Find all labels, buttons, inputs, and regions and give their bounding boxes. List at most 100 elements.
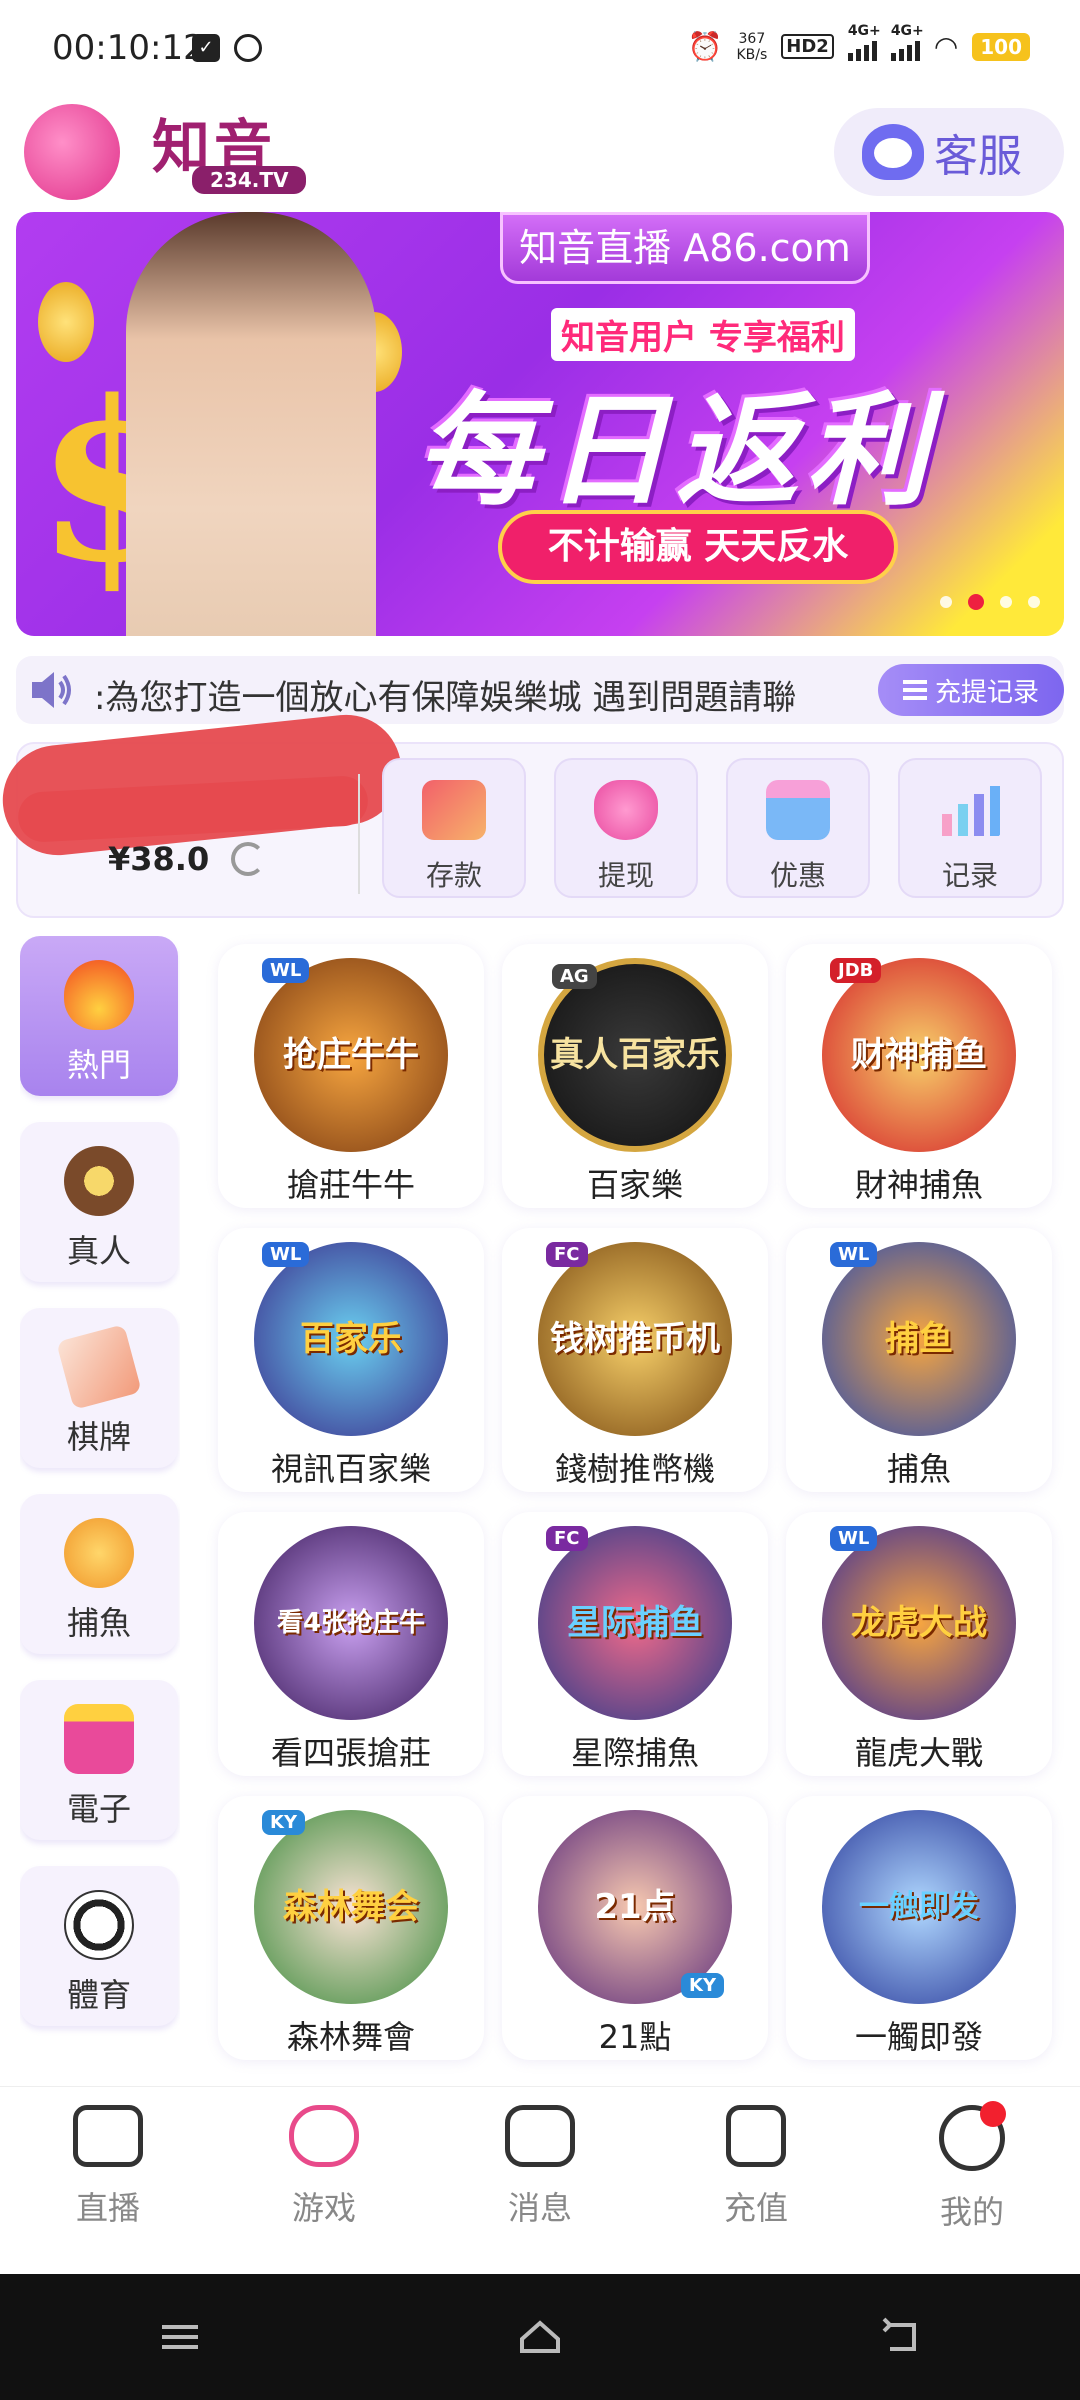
- game-icon: WL 抢庄牛牛: [254, 958, 448, 1152]
- banner-dot[interactable]: [940, 596, 952, 608]
- banner-site-label: 知音直播 A86.com: [500, 212, 870, 284]
- game-tile[interactable]: FC 钱树推币机 錢樹推幣機: [502, 1228, 768, 1492]
- category-cards[interactable]: 棋牌: [20, 1308, 178, 1468]
- network-label-2: 4G+: [890, 22, 924, 39]
- slot-machine-icon: [64, 1704, 134, 1774]
- game-tile[interactable]: JDB 财神捕鱼 財神捕魚: [786, 944, 1052, 1208]
- game-label: 龍虎大戰: [854, 1734, 983, 1772]
- customer-service-button[interactable]: 客服: [834, 108, 1064, 196]
- alarm-icon: ⏰: [687, 30, 723, 63]
- game-art-text: 捕鱼: [885, 1319, 953, 1359]
- app-logo[interactable]: 知音 234.TV: [24, 100, 354, 200]
- game-tile[interactable]: KY 森林舞会 森林舞會: [218, 1796, 484, 2060]
- nav-label: 充值: [723, 2189, 788, 2227]
- refresh-icon[interactable]: [231, 842, 266, 876]
- game-art-text: 钱树推币机: [550, 1319, 720, 1359]
- category-sidebar: 熱門 真人 棋牌 捕魚 電子 體育: [20, 936, 180, 2086]
- game-tile[interactable]: WL 龙虎大战 龍虎大戰: [786, 1512, 1052, 1776]
- banner-dot-active[interactable]: [968, 594, 984, 610]
- provider-badge: KY: [681, 1973, 724, 1998]
- home-icon[interactable]: [516, 2317, 564, 2357]
- game-tile[interactable]: WL 捕鱼 捕魚: [786, 1228, 1052, 1492]
- category-label: 電子: [66, 1790, 131, 1828]
- category-sports[interactable]: 體育: [20, 1866, 178, 2026]
- fire-icon: [64, 960, 134, 1030]
- game-art-text: 百家乐: [300, 1319, 402, 1359]
- network-speed: 367 KB/s: [736, 31, 767, 63]
- banner-model-image: [126, 212, 376, 636]
- category-hot[interactable]: 熱門: [20, 936, 178, 1096]
- message-icon: [505, 2105, 575, 2167]
- game-label: 錢樹推幣機: [554, 1450, 715, 1488]
- announcement-text: :為您打造一個放心有保障娛樂城 遇到問題請聯: [94, 678, 797, 718]
- category-label: 捕魚: [66, 1604, 131, 1642]
- provider-badge: JDB: [830, 958, 882, 983]
- banner-dot[interactable]: [1000, 596, 1012, 608]
- balance-display: ¥38.0: [108, 840, 266, 878]
- nav-recharge[interactable]: 充值: [648, 2087, 864, 2274]
- banner-dot[interactable]: [1028, 596, 1040, 608]
- menu-icon[interactable]: [156, 2317, 204, 2357]
- category-slots[interactable]: 電子: [20, 1680, 178, 1840]
- promotions-button[interactable]: 优惠: [726, 758, 870, 898]
- deposit-button[interactable]: 存款: [382, 758, 526, 898]
- game-art-text: 财神捕鱼: [851, 1035, 987, 1075]
- signal-icon-1: 4G+: [847, 23, 881, 61]
- game-label: 21點: [598, 2018, 672, 2056]
- fish-icon: [64, 1518, 134, 1588]
- headset-icon: [862, 124, 924, 180]
- records-button[interactable]: 记录: [898, 758, 1042, 898]
- card-icon: [422, 780, 486, 840]
- logo-domain: 234.TV: [192, 166, 307, 194]
- provider-badge: WL: [262, 958, 310, 983]
- chip-icon: [64, 1146, 134, 1216]
- nav-label: 直播: [75, 2189, 140, 2227]
- list-icon: [902, 680, 927, 700]
- status-right-icons: ⏰ 367 KB/s HD2 4G+ 4G+ ◠ 100: [687, 23, 1030, 63]
- game-tile[interactable]: WL 抢庄牛牛 搶莊牛牛: [218, 944, 484, 1208]
- game-label: 星際捕魚: [570, 1734, 699, 1772]
- provider-badge: WL: [830, 1526, 878, 1551]
- game-icon: AG 真人百家乐: [538, 958, 732, 1152]
- withdraw-button[interactable]: 提现: [554, 758, 698, 898]
- provider-badge: WL: [262, 1242, 310, 1267]
- nav-profile[interactable]: 我的: [864, 2087, 1080, 2274]
- status-time: 00:10:12: [52, 28, 205, 68]
- signal-icon-2: 4G+: [890, 23, 924, 61]
- game-tile[interactable]: 看4张抢庄牛 看四張搶莊: [218, 1512, 484, 1776]
- wallet-panel: ¥38.0 存款 提现 优惠 记录: [0, 709, 1064, 918]
- game-label: 財神捕魚: [854, 1166, 983, 1204]
- game-icon: KY 森林舞会: [254, 1810, 448, 2004]
- category-live[interactable]: 真人: [20, 1122, 178, 1282]
- battery-icon: 100: [972, 32, 1030, 61]
- nav-messages[interactable]: 消息: [432, 2087, 648, 2274]
- banner-pill: 不计输赢 天天反水: [498, 510, 898, 584]
- nav-games[interactable]: 游戏: [216, 2087, 432, 2274]
- games-grid: WL 抢庄牛牛 搶莊牛牛 AG 真人百家乐 百家樂 JDB 财神捕鱼 財神捕魚 …: [218, 944, 1058, 2060]
- bottom-nav: 直播 游戏 消息 充值 我的: [0, 2086, 1080, 2274]
- game-tile[interactable]: 一触即发 一觸即發: [786, 1796, 1052, 2060]
- back-icon[interactable]: [876, 2317, 924, 2357]
- promo-banner[interactable]: $ 知音直播 A86.com 知音用户 专享福利 每日返利 不计输赢 天天反水: [16, 212, 1064, 636]
- game-tile[interactable]: AG 真人百家乐 百家樂: [502, 944, 768, 1208]
- announcement-marquee: :為您打造一個放心有保障娛樂城 遇到問題請聯 充提记录: [16, 656, 1064, 724]
- logo-mark-icon: [24, 104, 120, 200]
- game-art-text: 看4张抢庄牛: [276, 1608, 426, 1638]
- gift-icon: [766, 780, 830, 840]
- wifi-icon: ◠: [933, 30, 959, 63]
- game-tile[interactable]: KY 21点 21點: [502, 1796, 768, 2060]
- game-tile[interactable]: FC 星际捕鱼 星際捕魚: [502, 1512, 768, 1776]
- status-left-icons: ✓: [192, 34, 262, 62]
- game-label: 看四張搶莊: [270, 1734, 431, 1772]
- nav-label: 游戏: [291, 2189, 356, 2227]
- game-tile[interactable]: WL 百家乐 視訊百家樂: [218, 1228, 484, 1492]
- speaker-icon: [32, 672, 71, 708]
- playing-card-icon: [56, 1324, 142, 1410]
- balance-amount: ¥38.0: [108, 840, 210, 878]
- game-icon: FC 星际捕鱼: [538, 1526, 732, 1720]
- category-fishing[interactable]: 捕魚: [20, 1494, 178, 1654]
- category-label: 棋牌: [66, 1418, 131, 1456]
- nav-live[interactable]: 直播: [0, 2087, 216, 2274]
- deposit-withdraw-record-button[interactable]: 充提记录: [878, 664, 1064, 716]
- notification-dot: [980, 2101, 1006, 2127]
